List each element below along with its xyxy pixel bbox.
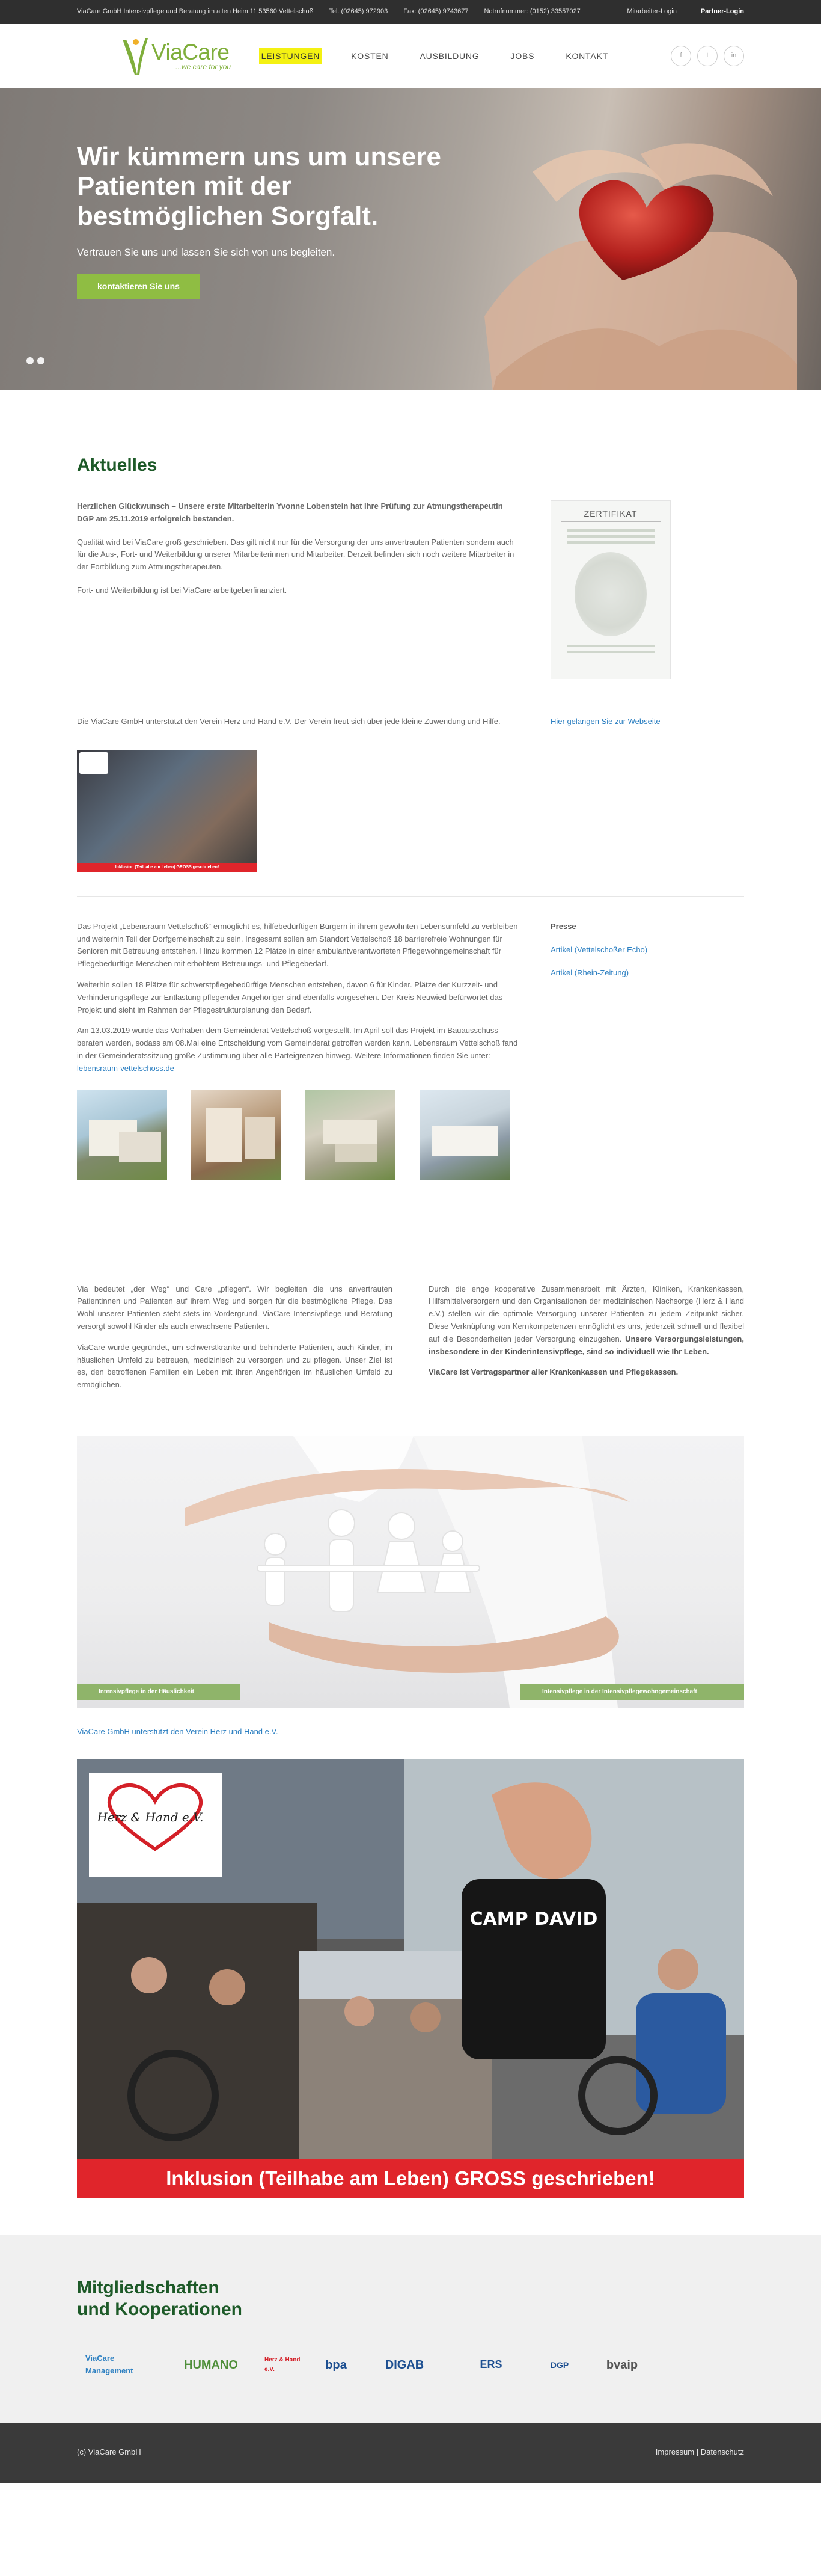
contact-button[interactable]: kontaktieren Sie uns — [77, 273, 200, 299]
project-paragraph-2: Weiterhin sollen 18 Plätze für schwerstp… — [77, 980, 503, 1014]
logo-bpa[interactable]: bpa — [321, 2349, 351, 2381]
herz-hand-text: Die ViaCare GmbH unterstützt den Verein … — [77, 717, 501, 726]
tag-home-care[interactable]: Intensivpflege in der Häuslichkeit — [77, 1683, 240, 1700]
hero-title: Wir kümmern uns um unsere Patienten mit … — [77, 142, 441, 231]
certificate-line — [567, 541, 655, 544]
datenschutz-link[interactable]: Datenschutz — [701, 2447, 744, 2456]
hands-family-illustration — [185, 1435, 630, 1708]
logo-humano[interactable]: HUMANO — [178, 2349, 244, 2381]
main-nav: LEISTUNGEN KOSTEN AUSBILDUNG JOBS KONTAK… — [258, 47, 611, 65]
nav-ausbildung[interactable]: AUSBILDUNG — [418, 48, 482, 64]
logo-name: ViaCare — [151, 39, 230, 64]
about-right-paragraph-2: ViaCare ist Vertragspartner aller Kranke… — [429, 1367, 679, 1377]
about-section: Via bedeutet „der Weg“ und Care „pflegen… — [77, 1283, 744, 1400]
herz-hand-photo[interactable]: Inklusion (Teilhabe am Leben) GROSS gesc… — [77, 749, 257, 872]
logo-tagline: ...we care for you — [175, 62, 231, 71]
project-paragraph-3: Am 13.03.2019 wurde das Vorhaben dem Gem… — [77, 1026, 518, 1060]
certificate-line — [567, 645, 655, 648]
slider-dot-1[interactable] — [26, 357, 34, 364]
herz-hand-logo — [79, 752, 108, 774]
lebensraum-link[interactable]: lebensraum-vettelschoss.de — [77, 1064, 174, 1073]
news-lead: Herzlichen Glückwunsch – Unsere erste Mi… — [77, 501, 503, 523]
certificate-title: ZERTIFIKAT — [561, 507, 661, 523]
certificate-line — [567, 535, 655, 538]
news-paragraph-1: Qualität wird bei ViaCare groß geschrieb… — [77, 537, 514, 572]
nav-kontakt[interactable]: KONTAKT — [563, 48, 611, 64]
about-left-paragraph-2: ViaCare wurde gegründet, um schwerstkran… — [77, 1342, 392, 1390]
nav-jobs[interactable]: JOBS — [508, 48, 537, 64]
logo-digab[interactable]: DIGAB — [371, 2349, 438, 2381]
news-paragraph-2: Fort- und Weiterbildung ist bei ViaCare … — [77, 585, 287, 595]
twitter-icon[interactable]: t — [697, 46, 718, 66]
top-bar: ViaCare GmbH Intensivpflege und Beratung… — [0, 0, 821, 24]
partner-logos: ViaCare Management HUMANO Herz & Hand e.… — [85, 2349, 744, 2381]
impressum-link[interactable]: Impressum — [656, 2447, 694, 2456]
care-hands-family-image[interactable]: Intensivpflege in der Häuslichkeit Inten… — [77, 1435, 744, 1708]
company-address: ViaCare GmbH Intensivpflege und Beratung… — [77, 8, 314, 16]
certificate-line — [567, 651, 655, 654]
tag-shared-living[interactable]: Intensivpflege in der Intensivpflegewohn… — [520, 1683, 744, 1700]
social-links: f t in — [671, 46, 744, 66]
certificate-seal — [575, 552, 647, 637]
hero-subtitle: Vertrauen Sie uns und lassen Sie sich vo… — [77, 246, 335, 258]
copyright-text: (c) ViaCare GmbH — [77, 2447, 141, 2457]
inclusion-banner-small: Inklusion (Teilhabe am Leben) GROSS gesc… — [77, 863, 257, 872]
employee-login-link[interactable]: Mitarbeiter-Login — [627, 7, 677, 17]
partner-login-link[interactable]: Partner-Login — [701, 7, 744, 17]
project-thumbnail[interactable] — [420, 1089, 510, 1180]
facebook-icon[interactable]: f — [671, 46, 691, 66]
logo-herz-hand[interactable]: Herz & Hand e.V. — [264, 2349, 301, 2381]
slider-dot-2[interactable] — [37, 357, 44, 364]
aktuelles-section: Aktuelles Herzlichen Glückwunsch – Unser… — [77, 390, 744, 2198]
memberships-section: Mitgliedschaften und Kooperationen ViaCa… — [0, 2234, 821, 2423]
collage-photos: Herz & Hand e.V. CAMP DAVID — [77, 1758, 744, 2198]
viacare-logo[interactable]: ViaCare ...we care for you — [119, 35, 259, 77]
certificate-line — [567, 529, 655, 532]
logo-bvaip[interactable]: bvaip — [595, 2349, 649, 2381]
section-divider — [77, 895, 744, 897]
press-link-rhein-zeitung[interactable]: Artikel (Rhein-Zeitung) — [551, 967, 647, 980]
hero-slider: Wir kümmern uns um unsere Patienten mit … — [0, 88, 821, 390]
linkedin-icon[interactable]: in — [724, 46, 744, 66]
memberships-title-line-1: Mitgliedschaften — [77, 2277, 219, 2298]
logo-ers[interactable]: ERS — [458, 2349, 524, 2381]
nav-leistungen[interactable]: LEISTUNGEN — [258, 47, 323, 65]
logo-dgp[interactable]: DGP — [545, 2349, 575, 2381]
herz-hand-logo-text: Herz & Hand e.V. — [97, 1810, 204, 1824]
herz-hand-website-link[interactable]: Hier gelangen Sie zur Webseite — [551, 717, 661, 726]
herz-hand-support-link[interactable]: ViaCare GmbH unterstützt den Verein Herz… — [77, 1726, 744, 1738]
emergency-number[interactable]: Notrufnummer: (0152) 33557027 — [484, 7, 580, 17]
camp-david-text: CAMP DAVID — [470, 1909, 598, 1930]
press-link-echo[interactable]: Artikel (Vettelschoßer Echo) — [551, 944, 647, 957]
project-gallery — [77, 1089, 522, 1180]
project-thumbnail[interactable] — [77, 1089, 167, 1180]
logo-viacare-management[interactable]: ViaCare Management — [85, 2349, 157, 2381]
footer-separator: | — [696, 2447, 699, 2457]
project-paragraph-1: Das Projekt „Lebensraum Vettelschoß“ erm… — [77, 921, 518, 969]
aktuelles-title: Aktuelles — [77, 455, 157, 475]
project-thumbnail[interactable] — [305, 1089, 395, 1180]
inclusion-collage-image[interactable]: Herz & Hand e.V. CAMP DAVID Inklusion (T… — [77, 1758, 744, 2198]
memberships-title: Mitgliedschaften und Kooperationen — [77, 2277, 744, 2320]
phone-number[interactable]: Tel. (02645) 972903 — [329, 7, 388, 17]
certificate-image[interactable]: ZERTIFIKAT — [551, 500, 671, 679]
logo-figure-icon — [123, 38, 148, 75]
fax-number: Fax: (02645) 9743677 — [403, 8, 469, 16]
site-footer: (c) ViaCare GmbH Impressum | Datenschutz — [0, 2422, 821, 2483]
project-thumbnail[interactable] — [191, 1089, 281, 1180]
inclusion-banner: Inklusion (Teilhabe am Leben) GROSS gesc… — [77, 2159, 744, 2198]
site-header: ViaCare ...we care for you LEISTUNGEN KO… — [0, 24, 821, 88]
slider-dots — [26, 357, 44, 364]
about-left-paragraph-1: Via bedeutet „der Weg“ und Care „pflegen… — [77, 1284, 392, 1331]
presse-heading: Presse — [551, 921, 576, 931]
memberships-title-line-2: und Kooperationen — [77, 2299, 242, 2319]
nav-kosten[interactable]: KOSTEN — [349, 48, 391, 64]
